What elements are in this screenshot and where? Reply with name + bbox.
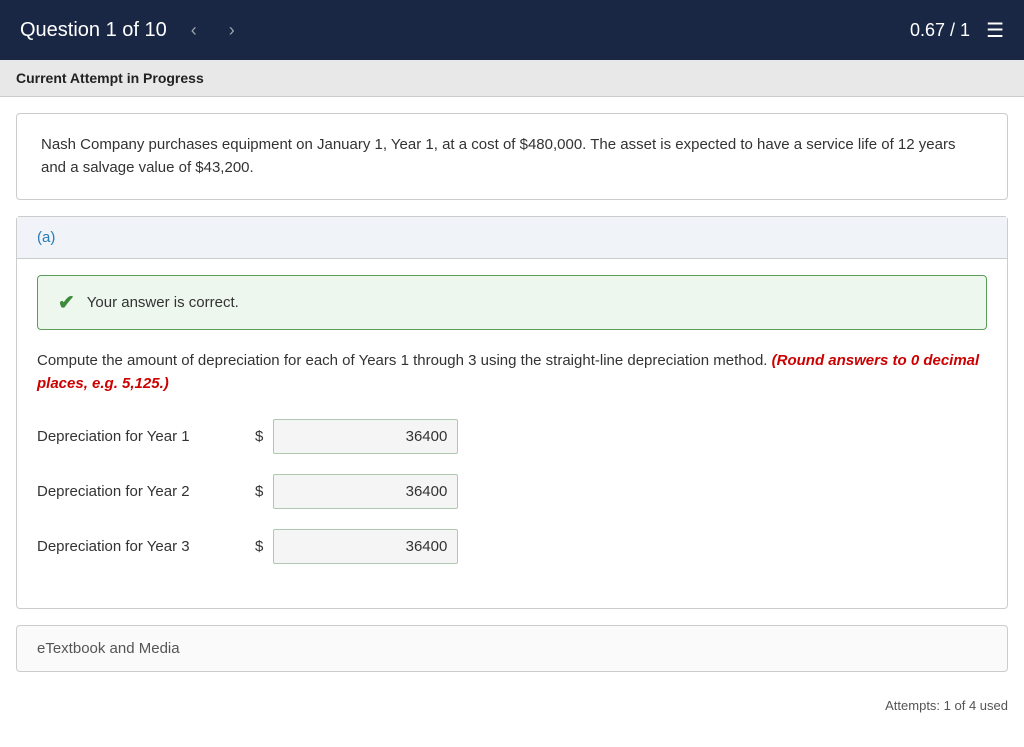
score-display: 0.67 / 1 — [910, 20, 970, 41]
dep-label-1: Depreciation for Year 1 — [37, 428, 247, 445]
next-question-button[interactable]: › — [221, 17, 243, 43]
part-a-label: (a) — [37, 229, 55, 246]
dollar-sign-3: $ — [255, 538, 263, 555]
dep-input-year-1[interactable] — [273, 419, 458, 454]
etextbook-label: eTextbook and Media — [37, 640, 180, 657]
correct-answer-box: ✔ Your answer is correct. — [37, 275, 987, 330]
current-attempt-label: Current Attempt in Progress — [16, 70, 204, 86]
current-attempt-bar: Current Attempt in Progress — [0, 60, 1024, 97]
part-a-header: (a) — [17, 217, 1007, 259]
question-text-box: Nash Company purchases equipment on Janu… — [16, 113, 1008, 200]
dollar-sign-2: $ — [255, 483, 263, 500]
question-counter: Question 1 of 10 — [20, 19, 167, 42]
nav-left: Question 1 of 10 ‹ › — [20, 17, 243, 43]
depreciation-row-1: Depreciation for Year 1 $ — [37, 419, 987, 454]
dep-input-year-2[interactable] — [273, 474, 458, 509]
dep-input-year-3[interactable] — [273, 529, 458, 564]
top-navigation-bar: Question 1 of 10 ‹ › 0.67 / 1 ☰ — [0, 0, 1024, 60]
depreciation-row-3: Depreciation for Year 3 $ — [37, 529, 987, 564]
dep-label-2: Depreciation for Year 2 — [37, 483, 247, 500]
depreciation-row-2: Depreciation for Year 2 $ — [37, 474, 987, 509]
part-a-body: ✔ Your answer is correct. Compute the am… — [17, 259, 1007, 608]
check-icon: ✔ — [58, 290, 75, 315]
instruction-text: Compute the amount of depreciation for e… — [37, 350, 987, 395]
prev-question-button[interactable]: ‹ — [183, 17, 205, 43]
main-content: Current Attempt in Progress Nash Company… — [0, 60, 1024, 747]
part-a-section: (a) ✔ Your answer is correct. Compute th… — [16, 216, 1008, 609]
correct-message: Your answer is correct. — [87, 294, 239, 311]
dollar-sign-1: $ — [255, 428, 263, 445]
dep-label-3: Depreciation for Year 3 — [37, 538, 247, 555]
instruction-main: Compute the amount of depreciation for e… — [37, 352, 767, 369]
attempts-label: Attempts: 1 of 4 used — [885, 698, 1008, 713]
attempts-bar: Attempts: 1 of 4 used — [0, 688, 1024, 723]
menu-icon[interactable]: ☰ — [986, 18, 1004, 43]
nav-right: 0.67 / 1 ☰ — [910, 18, 1004, 43]
etextbook-bar[interactable]: eTextbook and Media — [16, 625, 1008, 672]
question-text: Nash Company purchases equipment on Janu… — [41, 136, 955, 176]
